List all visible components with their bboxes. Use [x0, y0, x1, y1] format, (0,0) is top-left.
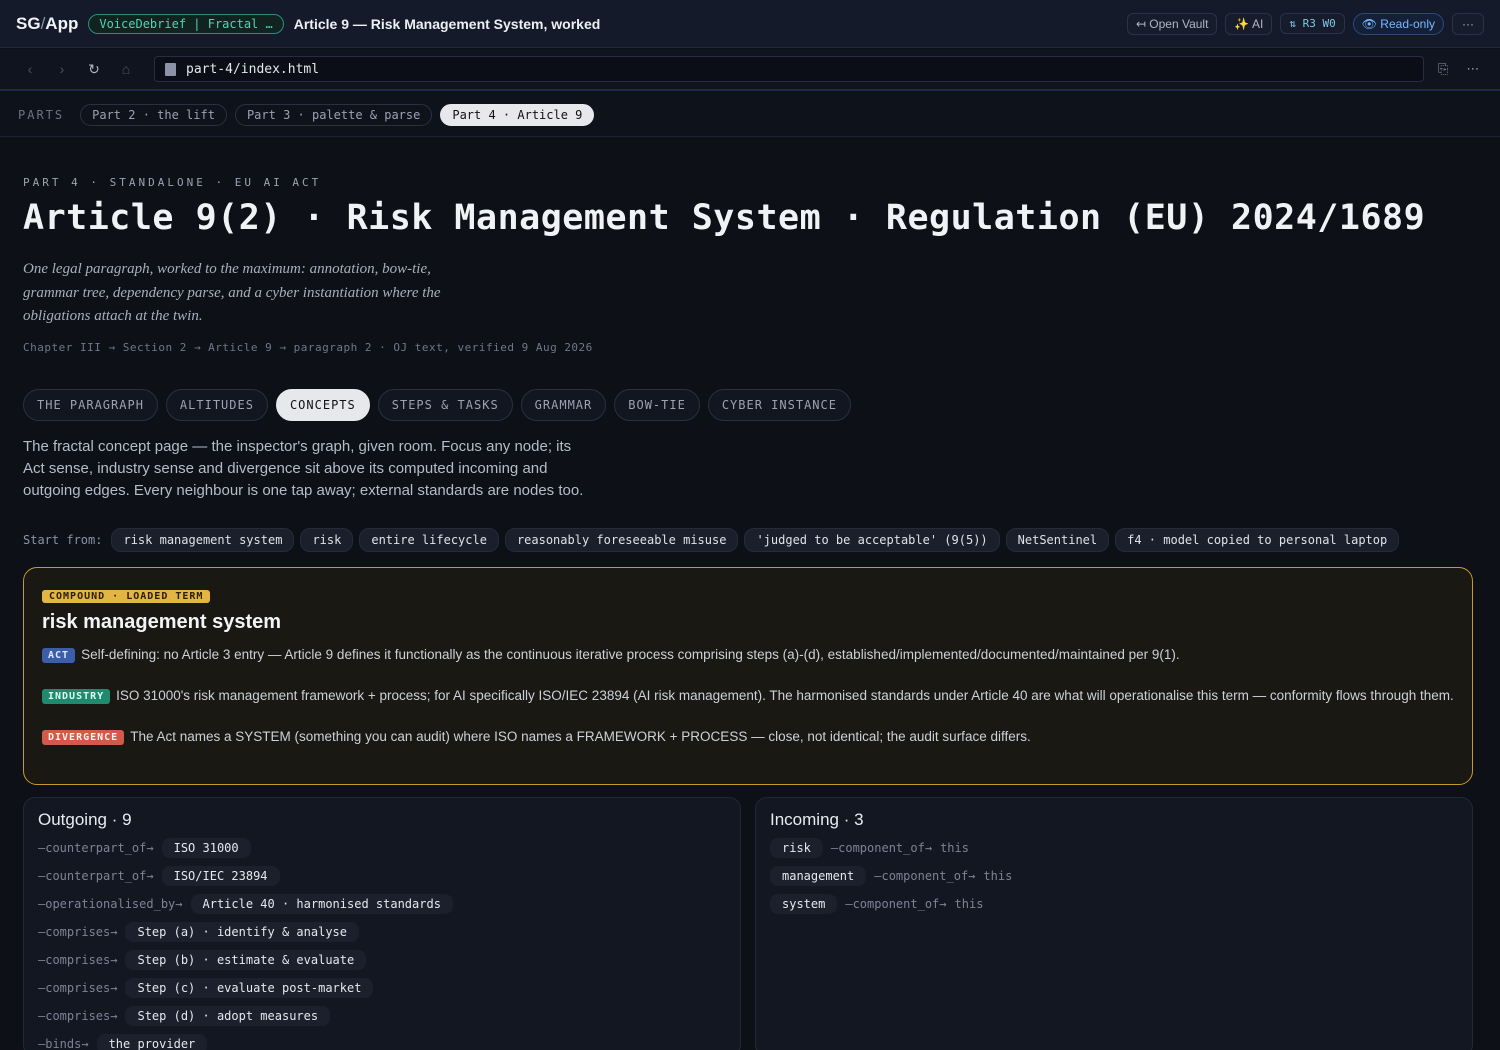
part-tab-3[interactable]: Part 3 · palette & parse: [234, 103, 433, 126]
outgoing-panel: Outgoing · 9 —counterpart_of→ ISO 31000 —…: [23, 797, 741, 1050]
outgoing-edge: —comprises→ Step (b) · estimate & evaluat…: [38, 946, 726, 974]
breadcrumb-pill[interactable]: VoiceDebrief | Fractal …: [88, 13, 284, 34]
edge-this: this: [940, 841, 969, 855]
act-sense: ACT Self-defining: no Article 3 entry — A…: [42, 644, 1454, 665]
overflow-icon[interactable]: ⋯: [1466, 61, 1479, 77]
incoming-edge: management —component_of→ this: [770, 862, 1458, 890]
outgoing-title: Outgoing · 9: [38, 810, 132, 829]
outgoing-edge: —binds→ the provider: [38, 1030, 726, 1050]
revision-badge[interactable]: ⇅ R3 W0: [1280, 13, 1345, 34]
edge-source[interactable]: risk: [770, 838, 823, 858]
lede: One legal paragraph, worked to the maxim…: [23, 261, 441, 324]
reload-button[interactable]: ↻: [78, 61, 110, 78]
ai-button[interactable]: ✨ AI: [1225, 12, 1273, 35]
readonly-badge[interactable]: 👁 Read-only: [1352, 12, 1444, 35]
outgoing-edge: —counterpart_of→ ISO 31000: [38, 834, 726, 862]
app-logo[interactable]: SG/App: [16, 14, 78, 34]
focus-node-card: COMPOUND · LOADED TERM risk management s…: [23, 567, 1473, 785]
open-vault-button[interactable]: ↤ Open Vault: [1126, 12, 1218, 35]
part-tab-4[interactable]: Part 4 · Article 9: [440, 103, 595, 126]
edge-relation: —component_of→: [845, 897, 947, 911]
start-node[interactable]: f4 · model copied to personal laptop: [1115, 528, 1400, 552]
start-from-row: Start from: risk management system risk …: [23, 528, 1400, 552]
edge-source[interactable]: system: [770, 894, 838, 914]
start-node[interactable]: NetSentinel: [1005, 528, 1110, 552]
parts-strip: PARTS Part 2 · the lift Part 3 · palette…: [0, 93, 1500, 137]
address-bar: ‹ › ↻ ⌂ part-4/index.html ⎘ ⋯: [0, 49, 1500, 91]
focus-title: risk management system: [42, 611, 282, 633]
window-title: Article 9 — Risk Management System, work…: [293, 15, 601, 32]
edge-relation: —comprises→: [38, 981, 118, 995]
edge-relation: —operationalised_by→: [38, 897, 183, 911]
start-node[interactable]: risk management system: [111, 528, 295, 552]
incoming-edge: risk —component_of→ this: [770, 834, 1458, 862]
section-tabs: THE PARAGRAPH ALTITUDES CONCEPTS STEPS &…: [23, 389, 851, 421]
start-node[interactable]: entire lifecycle: [359, 528, 499, 552]
start-node[interactable]: 'judged to be acceptable' (9(5)): [744, 528, 1000, 552]
eyebrow: PART 4 · STANDALONE · EU AI ACT: [23, 176, 322, 189]
outgoing-edge: —operationalised_by→ Article 40 · harmoni…: [38, 890, 726, 918]
edge-relation: —comprises→: [38, 1009, 118, 1023]
industry-sense: INDUSTRY ISO 31000's risk management fram…: [42, 685, 1454, 706]
document-icon: [165, 62, 176, 76]
intro-text: The fractal concept page — the inspector…: [23, 438, 584, 499]
industry-tag: INDUSTRY: [42, 689, 111, 704]
parts-label: PARTS: [18, 107, 65, 122]
edge-source[interactable]: management: [770, 866, 867, 886]
outgoing-edge: —comprises→ Step (a) · identify & analyse: [38, 918, 726, 946]
tab-grammar[interactable]: GRAMMAR: [520, 389, 607, 421]
url-input[interactable]: part-4/index.html: [154, 56, 1424, 82]
edge-this: this: [954, 897, 984, 911]
edge-relation: —component_of→: [874, 869, 976, 883]
act-tag: ACT: [42, 648, 76, 663]
edge-target[interactable]: ISO/IEC 23894: [161, 866, 280, 886]
edge-target[interactable]: Step (b) · estimate & evaluate: [125, 950, 367, 970]
citation: Chapter III → Section 2 → Article 9 → pa…: [23, 341, 593, 354]
tab-bow-tie[interactable]: BOW-TIE: [614, 389, 700, 421]
act-sense-text: Self-defining: no Article 3 entry — Arti…: [81, 647, 1180, 662]
start-node[interactable]: reasonably foreseeable misuse: [504, 528, 739, 552]
url-text: part-4/index.html: [186, 61, 320, 77]
edge-this: this: [983, 869, 1013, 883]
forward-button[interactable]: ›: [46, 61, 78, 77]
edge-relation: —comprises→: [38, 925, 118, 939]
edge-relation: —binds→: [38, 1037, 89, 1050]
edge-target[interactable]: Article 40 · harmonised standards: [190, 894, 453, 914]
more-menu-button[interactable]: ···: [1452, 12, 1484, 35]
tab-altitudes[interactable]: ALTITUDES: [165, 389, 268, 421]
incoming-edge: system —component_of→ this: [770, 890, 1458, 918]
tab-paragraph[interactable]: THE PARAGRAPH: [23, 389, 158, 421]
divergence-tag: DIVERGENCE: [42, 730, 125, 745]
industry-sense-text: ISO 31000's risk management framework + …: [116, 688, 1454, 703]
edge-target[interactable]: Step (c) · evaluate post-market: [125, 978, 374, 998]
outgoing-edge: —comprises→ Step (c) · evaluate post-mark…: [38, 974, 726, 1002]
home-button[interactable]: ⌂: [110, 61, 142, 77]
divergence-sense: DIVERGENCE The Act names a SYSTEM (someth…: [42, 726, 1454, 747]
edge-relation: —comprises→: [38, 953, 118, 967]
page-title: Article 9(2) · Risk Management System · …: [23, 198, 1426, 238]
outgoing-edge: —counterpart_of→ ISO/IEC 23894: [38, 862, 726, 890]
part-tab-2[interactable]: Part 2 · the lift: [80, 103, 227, 126]
tab-concepts[interactable]: CONCEPTS: [275, 389, 370, 421]
edge-target[interactable]: the provider: [96, 1034, 208, 1050]
app-bar: SG/App VoiceDebrief | Fractal … Article …: [0, 0, 1500, 48]
start-node[interactable]: risk: [300, 528, 354, 552]
edge-target[interactable]: Step (a) · identify & analyse: [125, 922, 359, 942]
tab-steps-tasks[interactable]: STEPS & TASKS: [377, 389, 513, 421]
focus-badge: COMPOUND · LOADED TERM: [42, 590, 211, 603]
edge-relation: —counterpart_of→: [38, 869, 154, 883]
back-button[interactable]: ‹: [14, 61, 46, 77]
edge-relation: —component_of→: [830, 841, 933, 855]
tab-cyber-instance[interactable]: CYBER INSTANCE: [707, 389, 851, 421]
incoming-panel: Incoming · 3 risk —component_of→ this mana…: [755, 797, 1473, 1050]
edge-target[interactable]: ISO 31000: [161, 838, 251, 858]
incoming-title: Incoming · 3: [770, 810, 864, 829]
divergence-sense-text: The Act names a SYSTEM (something you ca…: [130, 729, 1031, 744]
copy-icon[interactable]: ⎘: [1438, 61, 1448, 77]
edge-target[interactable]: Step (d) · adopt measures: [125, 1006, 331, 1026]
outgoing-edge: —comprises→ Step (d) · adopt measures: [38, 1002, 726, 1030]
edge-relation: —counterpart_of→: [38, 841, 154, 855]
start-from-label: Start from:: [23, 533, 103, 547]
